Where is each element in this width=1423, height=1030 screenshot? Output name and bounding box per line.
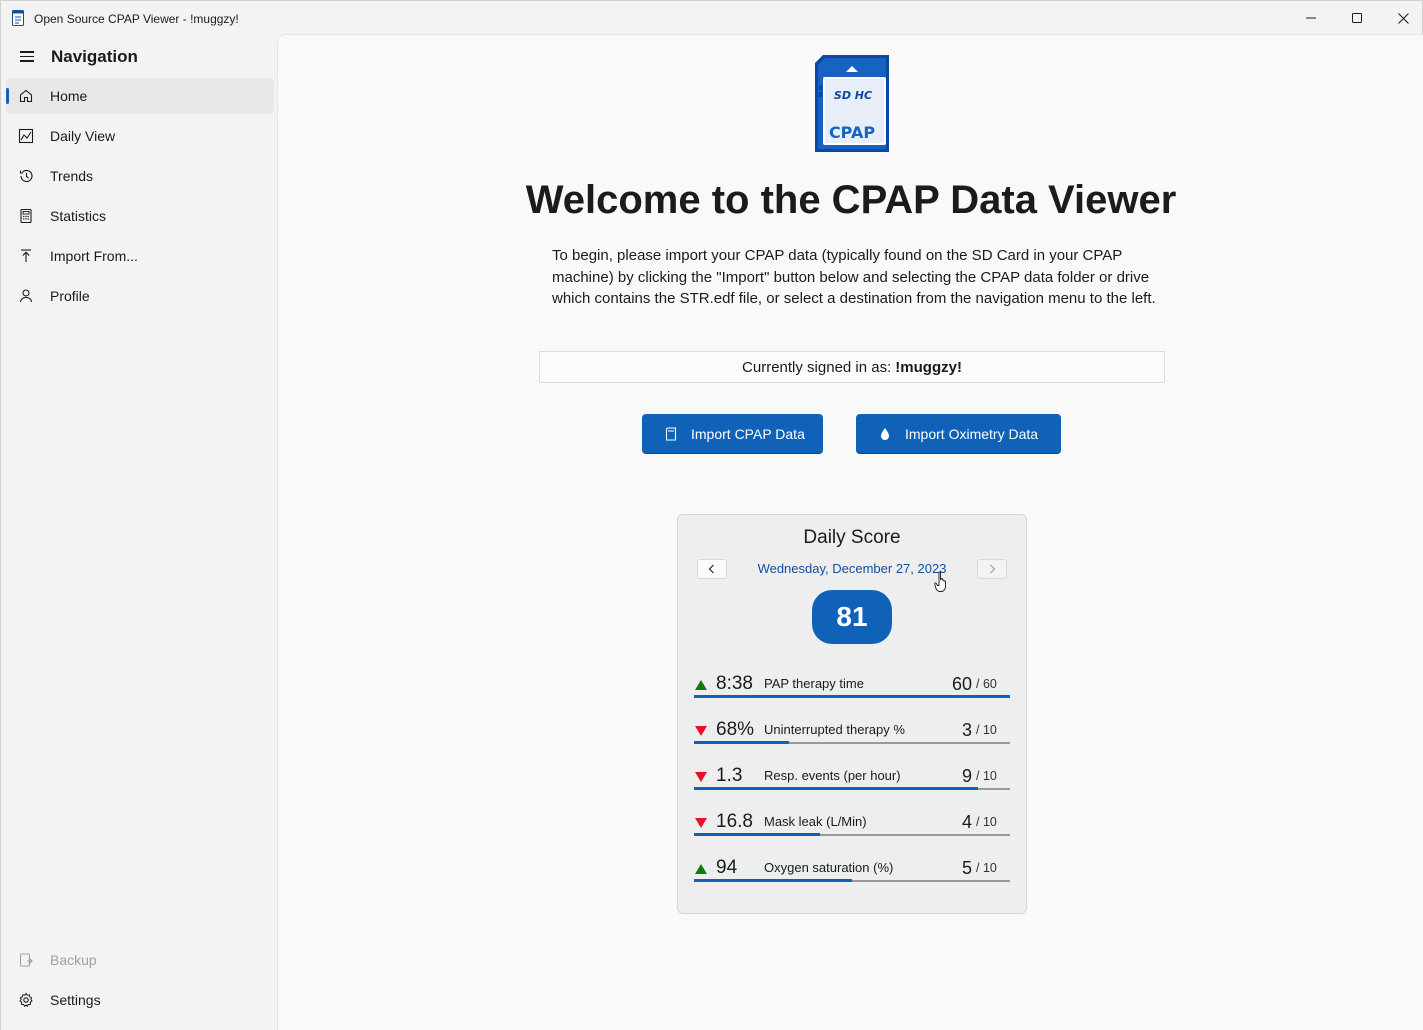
history-icon bbox=[19, 169, 33, 182]
metric-label: Uninterrupted therapy % bbox=[764, 722, 905, 737]
score-metric-row: 1.3 Resp. events (per hour) 9 / 10 bbox=[694, 762, 1010, 792]
sidebar-item-statistics[interactable]: Statistics bbox=[6, 198, 274, 234]
sidebar-item-label: Trends bbox=[50, 168, 94, 184]
metric-progress-fill bbox=[694, 741, 789, 744]
sidebar-item-daily-view[interactable]: Daily View bbox=[6, 118, 274, 154]
sidebar-item-import-from[interactable]: Import From... bbox=[6, 238, 274, 274]
score-metric-row: 16.8 Mask leak (L/Min) 4 / 10 bbox=[694, 808, 1010, 838]
score-metric-row: 8:38 PAP therapy time 60 / 60 bbox=[694, 670, 1010, 700]
trend-down-icon bbox=[695, 772, 707, 782]
sd-card-logo: SD HC CPAP bbox=[815, 55, 889, 152]
metric-max: / 60 bbox=[976, 677, 997, 691]
navigation-title: Navigation bbox=[51, 47, 138, 66]
import-oximetry-button[interactable]: Import Oximetry Data bbox=[856, 414, 1061, 454]
drop-icon bbox=[881, 427, 889, 440]
backup-icon bbox=[19, 953, 33, 967]
sidebar-item-label: Backup bbox=[50, 952, 97, 968]
sidebar-item-label: Daily View bbox=[50, 128, 116, 144]
close-button[interactable] bbox=[1380, 1, 1423, 35]
metric-label: Resp. events (per hour) bbox=[764, 768, 901, 783]
sidebar-item-label: Import From... bbox=[50, 248, 138, 264]
metric-score: 9 bbox=[961, 766, 972, 786]
hamburger-menu-icon[interactable] bbox=[20, 51, 34, 63]
metric-score: 5 bbox=[961, 858, 972, 878]
cpap-logo-text: CPAP bbox=[829, 123, 875, 142]
maximize-icon bbox=[1352, 13, 1362, 23]
trend-down-icon bbox=[695, 818, 707, 828]
trend-up-icon bbox=[695, 864, 707, 874]
signed-in-username: !muggzy! bbox=[895, 358, 962, 376]
metric-score: 60 bbox=[951, 674, 972, 694]
sd-card-icon bbox=[665, 426, 677, 441]
score-date[interactable]: Wednesday, December 27, 2023 bbox=[678, 561, 1026, 576]
minimize-button[interactable] bbox=[1288, 1, 1334, 35]
score-metric-row: 68% Uninterrupted therapy % 3 / 10 bbox=[694, 716, 1010, 746]
metric-max: / 10 bbox=[976, 861, 997, 875]
person-icon bbox=[19, 289, 33, 303]
app-notebook-icon bbox=[12, 10, 24, 26]
title-bar: Open Source CPAP Viewer - !muggzy! bbox=[0, 0, 1423, 34]
metric-value: 16.8 bbox=[716, 811, 753, 832]
metric-progress-fill bbox=[694, 695, 1010, 698]
metric-max: / 10 bbox=[976, 769, 997, 783]
main-content: SD HC CPAP Welcome to the CPAP Data View… bbox=[277, 34, 1423, 1030]
import-oximetry-label: Import Oximetry Data bbox=[905, 425, 1039, 442]
metric-value: 68% bbox=[716, 719, 755, 740]
import-cpap-button[interactable]: Import CPAP Data bbox=[642, 414, 823, 454]
metric-max: / 10 bbox=[976, 723, 997, 737]
metric-max: / 10 bbox=[976, 815, 997, 829]
signed-in-prefix: Currently signed in as: bbox=[742, 358, 892, 376]
maximize-button[interactable] bbox=[1334, 1, 1380, 35]
minimize-icon bbox=[1306, 17, 1316, 19]
intro-text: To begin, please import your CPAP data (… bbox=[552, 247, 1156, 307]
metric-value: 1.3 bbox=[716, 765, 743, 786]
sidebar-item-home[interactable]: Home bbox=[6, 78, 274, 114]
gear-icon bbox=[19, 992, 33, 1008]
sidebar-item-label: Home bbox=[50, 88, 88, 104]
next-day-button[interactable] bbox=[977, 559, 1007, 579]
sidebar-item-profile[interactable]: Profile bbox=[6, 278, 274, 314]
daily-score-card: Daily Score Wednesday, December 27, 2023… bbox=[677, 514, 1027, 914]
window-title: Open Source CPAP Viewer - !muggzy! bbox=[34, 12, 239, 26]
metric-label: Oxygen saturation (%) bbox=[764, 860, 894, 875]
chevron-right-icon bbox=[990, 564, 996, 574]
home-icon bbox=[19, 89, 33, 103]
metric-score: 3 bbox=[961, 720, 972, 740]
chart-icon bbox=[18, 128, 34, 144]
metric-value: 94 bbox=[716, 857, 738, 878]
trend-down-icon bbox=[695, 726, 707, 736]
signed-in-banner: Currently signed in as: !muggzy! bbox=[539, 351, 1165, 383]
metric-score: 4 bbox=[961, 812, 972, 832]
calculator-icon bbox=[20, 208, 32, 224]
sidebar-item-backup: Backup bbox=[6, 942, 274, 978]
sidebar-item-label: Profile bbox=[50, 288, 90, 304]
sidebar-item-trends[interactable]: Trends bbox=[6, 158, 274, 194]
sidebar-item-settings[interactable]: Settings bbox=[6, 982, 274, 1018]
score-metric-row: 94 Oxygen saturation (%) 5 / 10 bbox=[694, 854, 1010, 884]
metric-progress-fill bbox=[694, 787, 978, 790]
daily-score-title: Daily Score bbox=[803, 527, 901, 548]
selection-indicator bbox=[6, 88, 9, 104]
mouse-cursor-icon bbox=[934, 571, 946, 592]
navigation-pane: Navigation Home Daily View Trends Statis… bbox=[0, 34, 277, 1030]
import-cpap-label: Import CPAP Data bbox=[691, 425, 805, 442]
daily-score-value: 81 bbox=[812, 590, 892, 644]
navigation-header: Navigation bbox=[1, 42, 278, 72]
sidebar-item-label: Settings bbox=[50, 992, 101, 1008]
metric-value: 8:38 bbox=[716, 673, 753, 694]
upload-icon bbox=[21, 249, 31, 262]
metric-progress-fill bbox=[694, 833, 820, 836]
metric-label: PAP therapy time bbox=[764, 676, 864, 691]
page-title: Welcome to the CPAP Data Viewer bbox=[525, 178, 1177, 222]
sd-hc-logo-text: SD HC bbox=[834, 89, 872, 102]
sidebar-item-label: Statistics bbox=[50, 208, 107, 224]
trend-up-icon bbox=[695, 680, 707, 690]
metric-label: Mask leak (L/Min) bbox=[764, 814, 867, 829]
close-icon bbox=[1397, 12, 1409, 24]
metric-progress-fill bbox=[694, 879, 852, 882]
